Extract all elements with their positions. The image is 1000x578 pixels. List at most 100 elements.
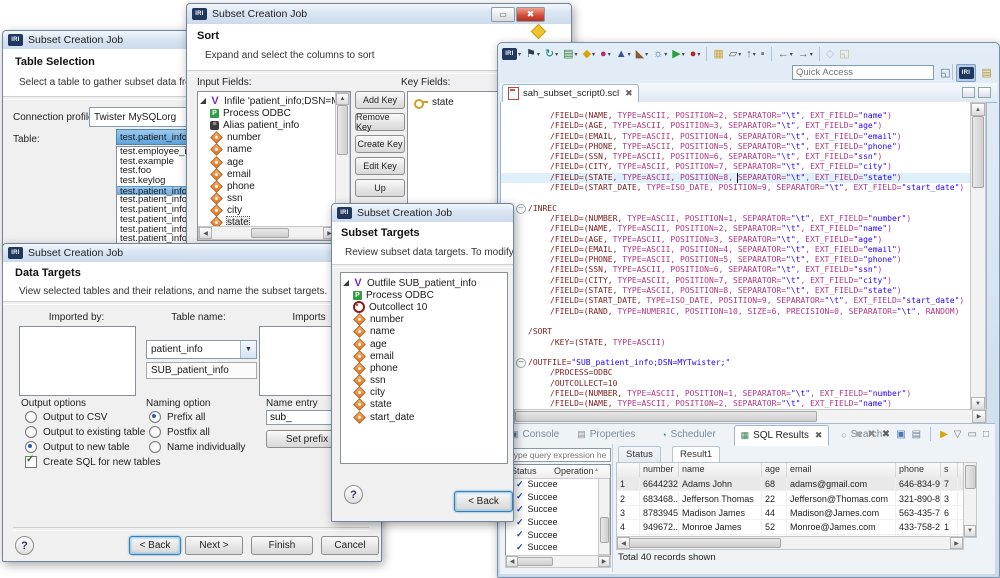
chevron-down-icon[interactable]: ▾	[608, 51, 611, 58]
test-data-icon[interactable]: ◣▾	[634, 46, 650, 62]
minimize-button[interactable]: ▭	[491, 7, 515, 22]
code-line[interactable]	[501, 348, 971, 358]
run-icon[interactable]: ▶▾	[670, 46, 686, 62]
output-option[interactable]: Output to existing table	[25, 426, 145, 438]
dialog-title-bar[interactable]: IRI Subset Creation Job	[332, 204, 513, 223]
chevron-down-icon[interactable]: ▾	[537, 51, 540, 58]
tree-item[interactable]: age	[341, 338, 505, 350]
settings-icon[interactable]: ☼▾	[651, 46, 669, 62]
code-line[interactable]: /FIELD=(AGE, TYPE=ASCII, POSITION=3, SEP…	[501, 235, 971, 245]
status-row[interactable]: ✓Succee	[506, 541, 600, 554]
remove-key-button[interactable]: Remove Key	[355, 113, 405, 131]
pin-view-icon[interactable]: ▣	[896, 429, 905, 440]
new-job-wizard-icon[interactable]: ⚑▾	[524, 46, 542, 62]
remove-all-icon[interactable]: ✖	[882, 429, 890, 440]
tree-item[interactable]: name	[198, 144, 337, 156]
tree-item[interactable]: ≡Alias patient_info	[198, 119, 337, 131]
status-column-header[interactable]: Status	[511, 466, 537, 476]
forward-arrow-icon[interactable]: →▾	[796, 46, 815, 62]
panel-tab-scheduler[interactable]: ◔Scheduler	[655, 425, 721, 444]
back-button[interactable]: < Back	[454, 491, 513, 512]
code-line[interactable]: /FIELD=(CITY, TYPE=ASCII, POSITION=7, SE…	[501, 276, 971, 286]
pin-editor-icon[interactable]: ◇	[824, 46, 836, 62]
operation-column-header[interactable]: Operation	[554, 466, 594, 476]
naming-option[interactable]: Prefix all	[149, 411, 205, 423]
pane-divider[interactable]	[612, 444, 613, 572]
tree-item[interactable]: phone	[198, 180, 337, 192]
dialog-title-bar[interactable]: IRI Subset Creation Job	[3, 244, 381, 263]
database-icon[interactable]: ●▾	[688, 46, 703, 62]
radio-icon[interactable]	[25, 441, 37, 453]
panel-tab-properties[interactable]: ▤Properties	[571, 425, 641, 444]
code-line[interactable]: /FIELD=(RAND, TYPE=NUMERIC, POSITION=10,…	[501, 307, 971, 317]
code-line[interactable]: /FIELD=(EMAIL, TYPE=ASCII, POSITION=4, S…	[501, 245, 971, 255]
code-line[interactable]: /PROCESS=ODBC	[501, 368, 971, 378]
chevron-down-icon[interactable]: ▾	[738, 51, 741, 58]
back-button[interactable]: < Back	[129, 536, 181, 555]
view-menu-icon[interactable]: ▽	[954, 429, 962, 440]
chevron-down-icon[interactable]: ▾	[592, 51, 595, 58]
tree-item[interactable]: number	[198, 132, 337, 144]
chevron-down-icon[interactable]: ▾	[628, 51, 631, 58]
status-row[interactable]: ✓Succee	[506, 478, 600, 491]
output-option[interactable]: Output to CSV	[25, 411, 107, 423]
save-view-icon[interactable]: ▤	[912, 429, 921, 440]
naming-option[interactable]: Postfix all	[149, 426, 210, 438]
radio-icon[interactable]	[25, 426, 37, 438]
code-line[interactable]: /FIELD=(CITY, TYPE=ASCII, POSITION=7, SE…	[501, 162, 971, 172]
result-row[interactable]: 16644232Adams John68adams@gmail.com646-8…	[617, 477, 963, 491]
code-line[interactable]: /FIELD=(STATE, TYPE=ASCII, POSITION=8, S…	[501, 173, 971, 183]
close-button[interactable]: ✖	[516, 7, 545, 22]
result-vscrollbar[interactable]: ▼	[963, 462, 977, 538]
resource-perspective-icon[interactable]: ▤	[977, 65, 996, 81]
code-line[interactable]: /FIELD=(NAME, TYPE=ASCII, POSITION=2, SE…	[501, 224, 971, 234]
back-arrow-icon[interactable]: ←▾	[776, 46, 795, 62]
code-line[interactable]: /FIELD=(START_DATE, TYPE=ISO_DATE, POSIT…	[501, 183, 971, 193]
chart-icon[interactable]: ▲▾	[614, 46, 633, 62]
code-line[interactable]: /INREC	[501, 204, 971, 214]
chevron-down-icon[interactable]: ▾	[810, 51, 813, 58]
help-button[interactable]: ?	[15, 536, 34, 555]
next-button[interactable]: Next >	[185, 536, 243, 555]
code-line[interactable]: /SORT	[501, 327, 971, 337]
status-row[interactable]: ✓Succee	[506, 491, 600, 504]
code-line[interactable]	[501, 193, 971, 203]
lock-icon[interactable]: ▪	[759, 46, 767, 62]
tree-item[interactable]: number	[341, 314, 505, 326]
add-key-button[interactable]: Add Key	[355, 91, 405, 109]
input-fields-tree[interactable]: VInfile 'patient_info;DSN=MPProcess ODBC…	[197, 91, 351, 241]
output-option[interactable]: Output to new table	[25, 441, 130, 453]
imported-by-list[interactable]	[19, 326, 136, 396]
execute-query-icon[interactable]: ▶	[940, 429, 948, 440]
refresh-icon[interactable]: ↻▾	[543, 46, 560, 62]
status-hscrollbar[interactable]: ◀ ▶	[505, 555, 611, 568]
code-line[interactable]: /KEY=(STATE, TYPE=ASCII)	[501, 338, 971, 348]
tree-item[interactable]: name	[341, 326, 505, 338]
targets-tree[interactable]: VOutfile SUB_patient_infoPProcess ODBCOu…	[340, 272, 508, 464]
editor-hscrollbar[interactable]: ◀ ▶	[500, 409, 987, 424]
tree-item[interactable]: VInfile 'patient_info;DSN=M	[198, 95, 337, 107]
quick-access-input[interactable]	[792, 65, 934, 80]
result-column-header[interactable]	[617, 463, 640, 477]
result-tab-status[interactable]: Status	[618, 446, 661, 463]
status-row[interactable]: ✓Succee	[506, 516, 600, 529]
status-vscrollbar[interactable]	[598, 478, 610, 555]
code-line[interactable]: /FIELD=(NUMBER, TYPE=ASCII, POSITION=1, …	[501, 214, 971, 224]
radio-icon[interactable]	[25, 411, 37, 423]
result-row[interactable]: 4949672...Monroe James52Monroe@James.com…	[617, 520, 963, 534]
up-button[interactable]: Up	[355, 179, 405, 197]
help-button[interactable]: ?	[344, 485, 363, 504]
cancel-button[interactable]: Cancel	[321, 536, 379, 555]
code-line[interactable]: /FIELD=(PHONE, TYPE=ASCII, POSITION=5, S…	[501, 142, 971, 152]
minimize-view-icon[interactable]	[962, 87, 975, 98]
minimize-panel-icon[interactable]: ▭	[968, 429, 977, 440]
code-line[interactable]: /FIELD=(AGE, TYPE=ASCII, POSITION=3, SEP…	[501, 121, 971, 131]
tree-item[interactable]: city	[198, 205, 337, 217]
chevron-down-icon[interactable]: ▾	[682, 51, 685, 58]
tree-item[interactable]: city	[341, 387, 505, 399]
iri-menu-icon[interactable]: IRI▾	[500, 46, 523, 62]
chevron-down-icon[interactable]: ▾	[575, 51, 578, 58]
result-column-header[interactable]: name	[679, 463, 762, 477]
tree-item[interactable]: ssn	[341, 375, 505, 387]
tree-item[interactable]: age	[198, 156, 337, 168]
